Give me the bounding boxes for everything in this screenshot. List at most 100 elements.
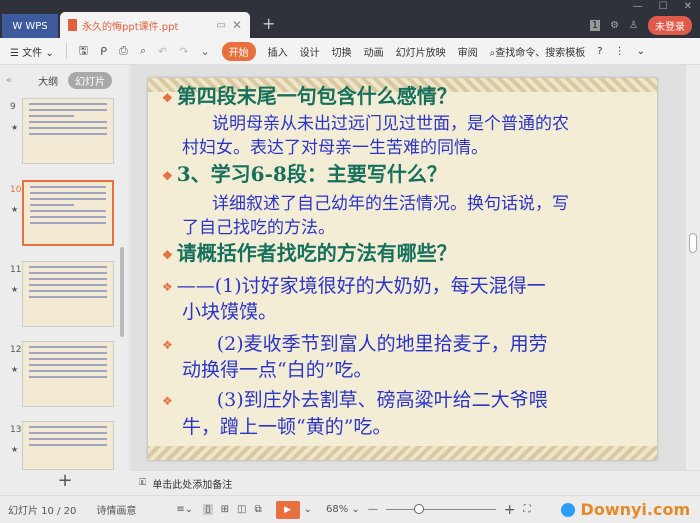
add-slide-button[interactable]: + (0, 470, 130, 495)
print-icon[interactable]: ⎙ (119, 44, 128, 58)
slide-counter: 幻灯片 10 / 20 (8, 506, 77, 517)
watermark: Downyi.com (580, 500, 691, 519)
diamond-bullet-icon: ❖ (162, 280, 173, 294)
star-icon: ★ (11, 205, 19, 214)
paragraph: 详细叙述了自己幼年的生活情况。换句话说，写 (212, 194, 569, 214)
collapse-ribbon-icon[interactable]: ⌄ (637, 46, 645, 57)
zoom-level[interactable]: 68% ⌄ (326, 504, 360, 515)
slide-thumbnail[interactable] (22, 341, 114, 407)
list-item: 牛，蹭上一顿“黄的”吃。 (182, 416, 392, 438)
diamond-bullet-icon: ❖ (162, 338, 173, 352)
tab-review[interactable]: 审阅 (458, 44, 478, 59)
wps-logo-icon: W (12, 20, 23, 32)
minimize-button[interactable]: — (633, 1, 643, 12)
zoom-in-button[interactable]: + (504, 502, 516, 518)
more-options-icon[interactable]: ⋮ (615, 46, 625, 57)
slide-thumbnail[interactable] (22, 421, 114, 470)
star-icon: ★ (11, 365, 19, 374)
format-painter-icon[interactable]: ᑭ (100, 45, 107, 58)
play-options-icon[interactable]: ⌄ (304, 504, 312, 515)
heading: 3、学习6-8段：主要写什么？ (176, 162, 447, 186)
scrollbar-thumb[interactable] (689, 233, 697, 253)
skin-icon[interactable]: ⚙ (610, 20, 619, 31)
title-bar: W WPS 永久的悔ppt课件.ppt ▭ ✕ + — ☐ ✕ 1 ⚙ ♙ 未登录 (0, 0, 700, 38)
panel-scrollbar[interactable] (120, 247, 124, 337)
slide-number: 12 (10, 345, 22, 355)
heading: 请概括作者找吃的方法有哪些？ (176, 241, 457, 265)
diamond-bullet-icon: ❖ (162, 90, 173, 105)
pin-icon[interactable]: ▭ (217, 20, 226, 31)
slide-thumbnail[interactable] (22, 261, 114, 327)
maximize-button[interactable]: ☐ (659, 1, 668, 12)
page-badge[interactable]: 1 (589, 20, 601, 31)
paragraph: 了自己找吃的方法。 (182, 218, 335, 238)
notes-icon: 🗉 (139, 476, 147, 488)
star-icon: ★ (11, 123, 19, 132)
file-menu[interactable]: ☰ 文件 ⌄ (10, 44, 54, 59)
paragraph: 村妇女。表达了对母亲一生苦难的同情。 (182, 138, 488, 158)
tab-transition[interactable]: 切换 (332, 44, 352, 59)
heading: 第四段末尾一句包含什么感情？ (176, 84, 457, 108)
tab-insert[interactable]: 插入 (268, 44, 288, 59)
slide-number: 13 (10, 425, 22, 435)
tab-slides[interactable]: 幻灯片 (68, 71, 113, 89)
close-window-button[interactable]: ✕ (684, 1, 692, 12)
document-tab-label: 永久的悔ppt课件.ppt (82, 21, 179, 33)
notes-placeholder: 单击此处添加备注 (152, 479, 233, 491)
close-tab-icon[interactable]: ✕ (232, 18, 242, 32)
document-tab[interactable]: 永久的悔ppt课件.ppt ▭ ✕ (60, 12, 250, 38)
help-button[interactable]: ? (597, 46, 602, 57)
assistant-icon[interactable] (560, 502, 575, 517)
notes-area[interactable]: 🗉 单击此处添加备注 (131, 470, 700, 495)
presenter-icon[interactable]: ⧉ (254, 504, 261, 515)
status-bar: 幻灯片 10 / 20 诗情画意 ≡⌄ ▯ ⊞ ◫ ⧉ ▶ ⌄ 68% ⌄ — … (0, 495, 700, 523)
shirt-icon[interactable]: ♙ (629, 20, 638, 31)
fit-window-icon[interactable]: ⛶ (524, 504, 531, 515)
diamond-bullet-icon: ❖ (162, 247, 173, 262)
reading-view-icon[interactable]: ◫ (237, 504, 246, 515)
slide-number: 10 (10, 185, 22, 195)
normal-view-icon[interactable]: ▯ (203, 504, 213, 515)
diamond-bullet-icon: ❖ (162, 168, 173, 183)
tab-start[interactable]: 开始 (221, 41, 256, 61)
list-item: 动换得一点“白的”吃。 (182, 359, 373, 381)
paragraph: 说明母亲从未出过远门见过世面，是个普通的农 (212, 114, 569, 134)
slide-thumbnail[interactable] (22, 98, 114, 164)
more-icon[interactable]: ⌄ (200, 45, 209, 58)
zoom-out-button[interactable]: — (368, 504, 378, 515)
preview-icon[interactable]: ⌕ (140, 44, 146, 58)
slide-sorter-icon[interactable]: ⊞ (221, 504, 229, 515)
current-slide[interactable]: ❖ 第四段末尾一句包含什么感情？ 说明母亲从未出过远门见过世面，是个普通的农 村妇… (148, 78, 657, 460)
list-item: (2)麦收季节到富人的地里拾麦子，用劳 (216, 333, 548, 355)
slide-panel: « 大纲 幻灯片 9 ★ 10 ★ 11 ★ 12 ★ 13 ★ (0, 65, 130, 470)
ribbon-toolbar: ☰ 文件 ⌄ 🖫 ᑭ ⎙ ⌕ ↶ ↷ ⌄ 开始 插入 设计 切换 动画 幻灯片放… (0, 38, 700, 65)
list-item: 小块馍馍。 (182, 301, 278, 323)
slide-number: 9 (10, 102, 16, 112)
slide-number: 11 (10, 265, 22, 275)
ppt-file-icon (68, 19, 77, 31)
play-slideshow-button[interactable]: ▶ (275, 500, 300, 519)
theme-name[interactable]: 诗情画意 (96, 502, 136, 517)
login-button[interactable]: 未登录 (648, 16, 692, 35)
star-icon: ★ (11, 285, 19, 294)
tab-design[interactable]: 设计 (300, 44, 320, 59)
wps-home-tab[interactable]: W WPS (2, 14, 58, 38)
collapse-panel-icon[interactable]: « (6, 75, 12, 86)
tab-animation[interactable]: 动画 (364, 44, 384, 59)
list-item: ——(1)讨好家境很好的大奶奶，每天混得一 (176, 275, 546, 297)
star-icon: ★ (11, 445, 19, 454)
zoom-slider[interactable] (385, 504, 496, 514)
search-command[interactable]: ⌕查找命令、搜索模板 (490, 44, 586, 59)
slide-border (148, 446, 657, 460)
vertical-scrollbar[interactable] (686, 65, 700, 470)
undo-icon[interactable]: ↶ (158, 45, 167, 58)
tab-outline[interactable]: 大纲 (38, 73, 58, 88)
new-tab-button[interactable]: + (262, 14, 275, 33)
divider (65, 43, 67, 59)
redo-icon[interactable]: ↷ (179, 45, 188, 58)
slide-thumbnail-selected[interactable] (22, 180, 114, 246)
zoom-slider-handle[interactable] (413, 504, 424, 514)
notes-toggle-icon[interactable]: ≡⌄ (176, 504, 193, 515)
tab-slideshow[interactable]: 幻灯片放映 (396, 44, 446, 59)
save-icon[interactable]: 🖫 (79, 42, 88, 61)
